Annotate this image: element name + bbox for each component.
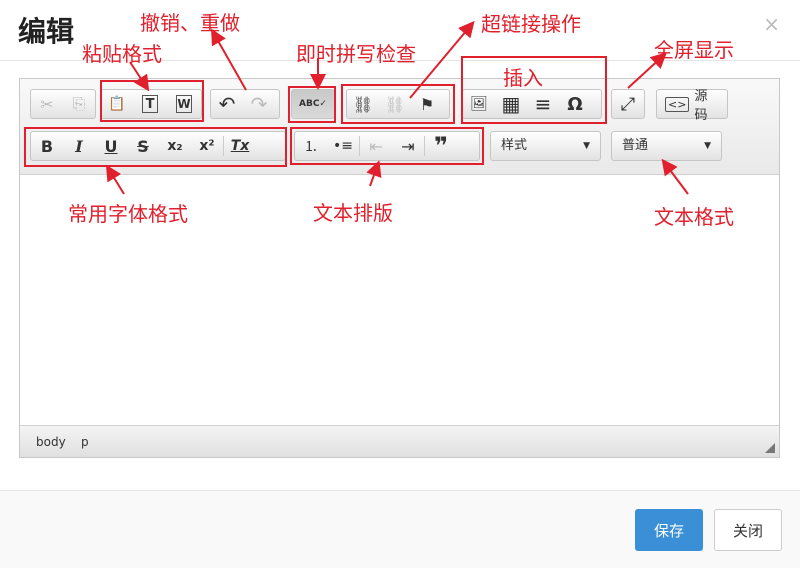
save-button[interactable]: 保存 xyxy=(635,509,703,551)
annotation-spellcheck: 即时拼写检查 xyxy=(296,42,416,66)
annotation-font-format: 常用字体格式 xyxy=(68,202,188,226)
paste-annotation-box xyxy=(100,80,204,122)
element-path-body[interactable]: body xyxy=(36,435,66,449)
close-button[interactable]: 关闭 xyxy=(714,509,782,551)
format-label: 普通 xyxy=(622,138,649,153)
status-bar: body p xyxy=(20,425,779,457)
styles-dropdown[interactable]: 样式 ▼ xyxy=(490,131,601,161)
source-label: 源码 xyxy=(694,89,708,123)
cut-icon[interactable]: ✂ xyxy=(31,90,63,118)
font-annotation-box xyxy=(24,127,287,167)
redo-icon[interactable]: ↷ xyxy=(243,90,275,118)
annotation-undo-redo: 撤销、重做 xyxy=(140,11,240,35)
spellcheck-annotation-box xyxy=(288,86,336,123)
clipboard-group: ✂ ⎘ xyxy=(30,89,96,119)
annotation-text-format: 文本格式 xyxy=(654,205,734,229)
resize-handle-icon[interactable] xyxy=(765,443,775,453)
layout-annotation-box xyxy=(290,127,484,165)
source-icon: <> xyxy=(665,96,690,112)
chevron-down-icon: ▼ xyxy=(583,141,590,151)
undo-icon[interactable]: ↶ xyxy=(211,90,243,118)
format-dropdown[interactable]: 普通 ▼ xyxy=(611,131,722,161)
annotation-hyperlink: 超链接操作 xyxy=(481,12,581,36)
source-button[interactable]: <> 源码 xyxy=(656,89,728,123)
dialog-title: 编辑 xyxy=(18,15,75,48)
annotation-insert: 插入 xyxy=(503,66,543,90)
annotation-paste-format: 粘贴格式 xyxy=(82,42,162,66)
undo-redo-group: ↶ ↷ xyxy=(210,89,280,119)
annotation-fullscreen: 全屏显示 xyxy=(654,38,734,62)
annotation-text-layout: 文本排版 xyxy=(313,201,393,225)
close-icon[interactable]: × xyxy=(763,12,780,36)
copy-icon[interactable]: ⎘ xyxy=(63,90,95,118)
hyperlink-annotation-box xyxy=(341,84,455,124)
styles-label: 样式 xyxy=(501,138,528,153)
maximize-group: ⤢ xyxy=(611,89,645,119)
maximize-icon[interactable]: ⤢ xyxy=(612,90,644,118)
chevron-down-icon: ▼ xyxy=(704,141,711,151)
element-path-p[interactable]: p xyxy=(81,435,89,449)
